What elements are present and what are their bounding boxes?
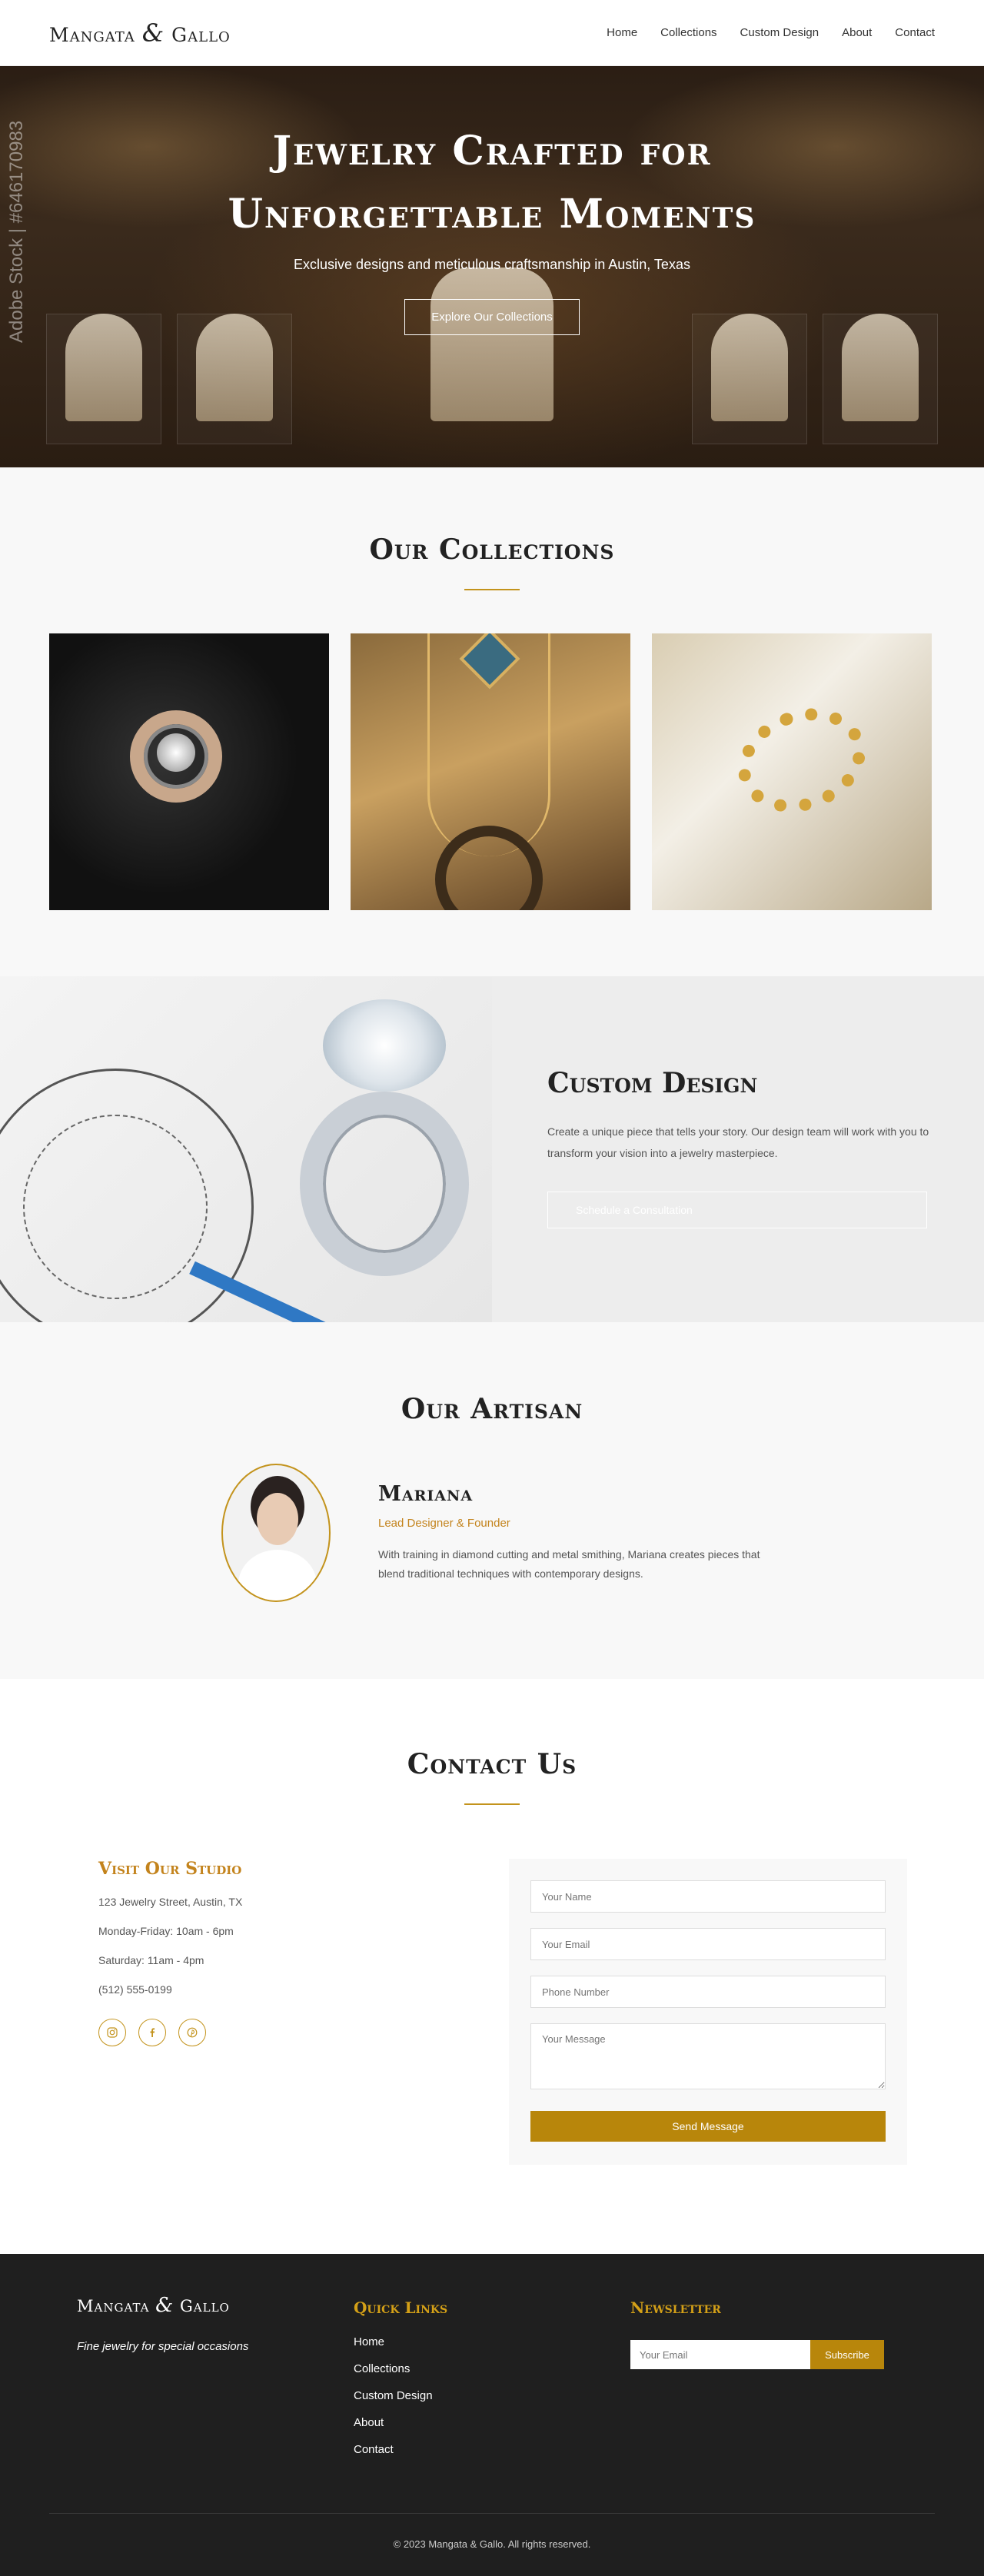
brand-logo[interactable]: Mangata & Gallo [49,18,231,48]
footer-logo-ampersand: & [155,2294,175,2317]
bracelet-shape [723,690,881,830]
hero-subtitle: Exclusive designs and meticulous craftsm… [294,257,690,272]
top-navigation: Mangata & Gallo Home Collections Custom … [0,0,984,66]
artisan-role: Lead Designer & Founder [378,1517,510,1530]
copyright-text: © 2023 Mangata & Gallo. All rights reser… [393,2538,591,2550]
newsletter-title: Newsletter [630,2298,721,2317]
list-item: Collections [354,2362,630,2375]
footer-columns: Mangata & Gallo Fine jewelry for special… [0,2294,984,2470]
copyright-bar: © 2023 Mangata & Gallo. All rights reser… [49,2513,935,2576]
collection-bracelets-image[interactable] [652,633,932,910]
pinterest-icon[interactable] [178,2019,206,2046]
logo-left: Mangata [49,23,135,46]
studio-hours-weekday: Monday-Friday: 10am - 6pm [98,1925,234,1937]
collections-section: Our Collections [0,467,984,976]
site-footer: Mangata & Gallo Fine jewelry for special… [0,2254,984,2576]
collections-grid [49,633,935,910]
hero-banner: Adobe Stock | #646170983 Jewelry Crafted… [0,66,984,467]
studio-title: Visit Our Studio [98,1859,242,1879]
newsletter-email-input[interactable] [630,2340,810,2369]
footer-newsletter: Newsletter Subscribe [630,2294,907,2470]
nav-link-about[interactable]: About [842,26,872,39]
collections-title: Our Collections [369,533,615,566]
contact-section: Contact Us Visit Our Studio 123 Jewelry … [0,1679,984,2254]
list-item: About [354,2416,630,2429]
nav-link-custom-design[interactable]: Custom Design [740,26,819,39]
custom-design-title: Custom Design [547,1067,758,1099]
custom-design-description: Create a unique piece that tells your st… [547,1125,929,1159]
ring-band-shape [300,1092,469,1276]
artisan-section: Our Artisan Mariana Lead Designer & Foun… [0,1322,984,1679]
collection-rings-image[interactable] [49,633,329,910]
name-field[interactable] [530,1880,886,1913]
logo-ampersand: & [141,18,165,48]
title-divider [464,589,520,590]
footer-tagline: Fine jewelry for special occasions [77,2340,249,2353]
portrait-face [257,1493,298,1545]
artisan-bio: With training in diamond cutting and met… [378,1548,760,1580]
schedule-consultation-button[interactable]: Schedule a Consultation [547,1192,927,1228]
social-links [98,2019,509,2046]
hero-title-line1: Jewelry Crafted for [272,128,712,175]
studio-info: Visit Our Studio 123 Jewelry Street, Aus… [98,1859,509,2165]
artisan-name: Mariana [378,1482,474,1506]
hero-title: Jewelry Crafted for Unforgettable Moment… [0,120,984,246]
nav-links: Home Collections Custom Design About Con… [607,26,935,39]
email-field[interactable] [530,1928,886,1960]
custom-design-text: Custom Design Create a unique piece that… [492,976,984,1322]
contact-title: Contact Us [407,1748,577,1780]
hero-title-line2: Unforgettable Moments [228,191,756,238]
footer-link-home[interactable]: Home [354,2335,384,2348]
footer-link-about[interactable]: About [354,2416,384,2429]
nav-link-contact[interactable]: Contact [895,26,935,39]
hero-content: Jewelry Crafted for Unforgettable Moment… [0,120,984,335]
diamond-shape [323,999,446,1092]
facebook-icon[interactable] [138,2019,166,2046]
list-item: Custom Design [354,2389,630,2402]
artisan-info: Mariana Lead Designer & Founder With tra… [378,1482,763,1584]
instagram-icon[interactable] [98,2019,126,2046]
subscribe-button[interactable]: Subscribe [810,2340,884,2369]
nav-link-collections[interactable]: Collections [660,26,716,39]
artisan-portrait [221,1464,331,1602]
contact-content: Visit Our Studio 123 Jewelry Street, Aus… [0,1859,984,2165]
message-field[interactable] [530,2023,886,2089]
logo-right: Gallo [171,23,231,46]
send-message-button[interactable]: Send Message [530,2111,886,2142]
contact-header: Contact Us [0,1748,984,1805]
custom-design-section: Custom Design Create a unique piece that… [0,976,984,1322]
footer-link-custom-design[interactable]: Custom Design [354,2389,433,2402]
footer-brand: Mangata & Gallo Fine jewelry for special… [77,2294,354,2470]
footer-logo-left: Mangata [77,2297,150,2315]
title-divider [464,1803,520,1805]
studio-phone: (512) 555-0199 [98,1983,172,1996]
portrait-body [238,1550,317,1600]
artisan-profile: Mariana Lead Designer & Founder With tra… [0,1464,984,1602]
phone-field[interactable] [530,1976,886,2008]
artisan-title: Our Artisan [401,1393,583,1425]
newsletter-form: Subscribe [630,2340,907,2369]
quick-links-list: Home Collections Custom Design About Con… [354,2335,630,2456]
contact-form: Send Message [509,1859,907,2165]
footer-quick-links: Quick Links Home Collections Custom Desi… [354,2294,630,2470]
footer-logo-right: Gallo [180,2297,230,2315]
quick-links-title: Quick Links [354,2298,448,2317]
nav-link-home[interactable]: Home [607,26,637,39]
footer-link-collections[interactable]: Collections [354,2362,410,2375]
explore-collections-button[interactable]: Explore Our Collections [404,299,580,335]
studio-address: 123 Jewelry Street, Austin, TX [98,1896,243,1908]
footer-logo[interactable]: Mangata & Gallo [77,2294,354,2317]
studio-hours-saturday: Saturday: 11am - 4pm [98,1954,204,1966]
list-item: Home [354,2335,630,2348]
list-item: Contact [354,2443,630,2456]
footer-link-contact[interactable]: Contact [354,2443,394,2456]
collection-necklaces-image[interactable] [351,633,630,910]
gem-shape [157,733,195,772]
custom-design-image [0,976,492,1322]
sketch-inner [23,1115,208,1299]
